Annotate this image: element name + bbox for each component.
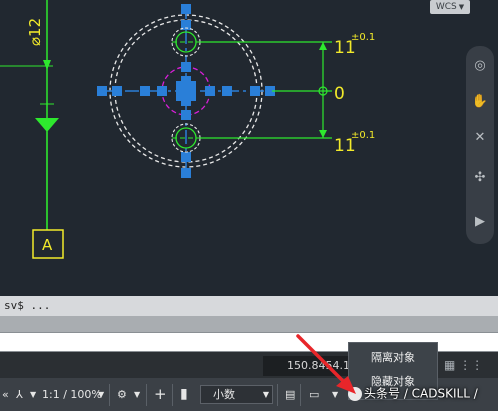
- command-history: sv$ ...: [0, 296, 498, 316]
- units-dropdown[interactable]: 小数 ▼: [200, 385, 273, 404]
- watermark: 头条号 / CADSKILL / CAD小亩: [348, 380, 498, 406]
- chevron-down-icon: ▼: [458, 3, 465, 11]
- arrow-down-icon: [319, 130, 327, 138]
- dimension-top-tolerance: ±0.1: [351, 32, 375, 43]
- grid-icon[interactable]: ▦ ⋮⋮ ▦: [444, 356, 496, 390]
- red-arrow-annotation: [296, 334, 356, 394]
- diameter-dimension-text: ⌀12: [26, 18, 44, 46]
- steering-wheel-icon[interactable]: ◎: [470, 56, 490, 76]
- units-label: 小数: [213, 388, 235, 401]
- divider: [109, 384, 110, 406]
- datum-label: A: [42, 236, 53, 254]
- dimension-zero: 0: [334, 84, 345, 104]
- command-separator: [0, 316, 498, 332]
- plus-icon[interactable]: +: [154, 378, 167, 411]
- arrow-up-icon: [319, 42, 327, 50]
- chevron-down-icon[interactable]: ▼: [98, 378, 104, 411]
- quick-properties-icon[interactable]: ▮: [180, 378, 188, 411]
- chevron-icon[interactable]: «: [2, 378, 9, 411]
- divider: [172, 384, 173, 406]
- chevron-down-icon: ▼: [262, 390, 269, 399]
- zoom-icon[interactable]: ✕: [470, 128, 490, 148]
- annotate-icon[interactable]: ⅄: [16, 378, 23, 411]
- gear-icon[interactable]: ⚙: [117, 378, 127, 411]
- annotation-scale[interactable]: 1:1 / 100%: [42, 378, 102, 411]
- divider: [277, 384, 278, 406]
- chevron-down-icon[interactable]: ▼: [30, 378, 36, 411]
- orbit-icon[interactable]: ✣: [470, 168, 490, 188]
- dimension-bottom-tolerance: ±0.1: [351, 130, 375, 141]
- pan-icon[interactable]: ✋: [470, 92, 490, 112]
- showmotion-icon[interactable]: ▶: [470, 212, 490, 232]
- dimension-arrow-icon: [43, 60, 51, 70]
- autocad-window: ⌀12 A 11 ±0.1 0 11 ±0.1 WCS ▼ ◎ ✋ ✕ ✣ ▶ …: [0, 0, 498, 411]
- wcs-label: WCS: [435, 2, 457, 12]
- wcs-dropdown[interactable]: WCS ▼: [430, 0, 470, 14]
- drawing-canvas[interactable]: ⌀12 A 11 ±0.1 0 11 ±0.1: [0, 0, 498, 296]
- datum-triangle-icon: [35, 118, 59, 132]
- navigation-bar: ◎ ✋ ✕ ✣ ▶: [466, 46, 494, 244]
- divider: [146, 384, 147, 406]
- chevron-down-icon[interactable]: ▼: [134, 378, 140, 411]
